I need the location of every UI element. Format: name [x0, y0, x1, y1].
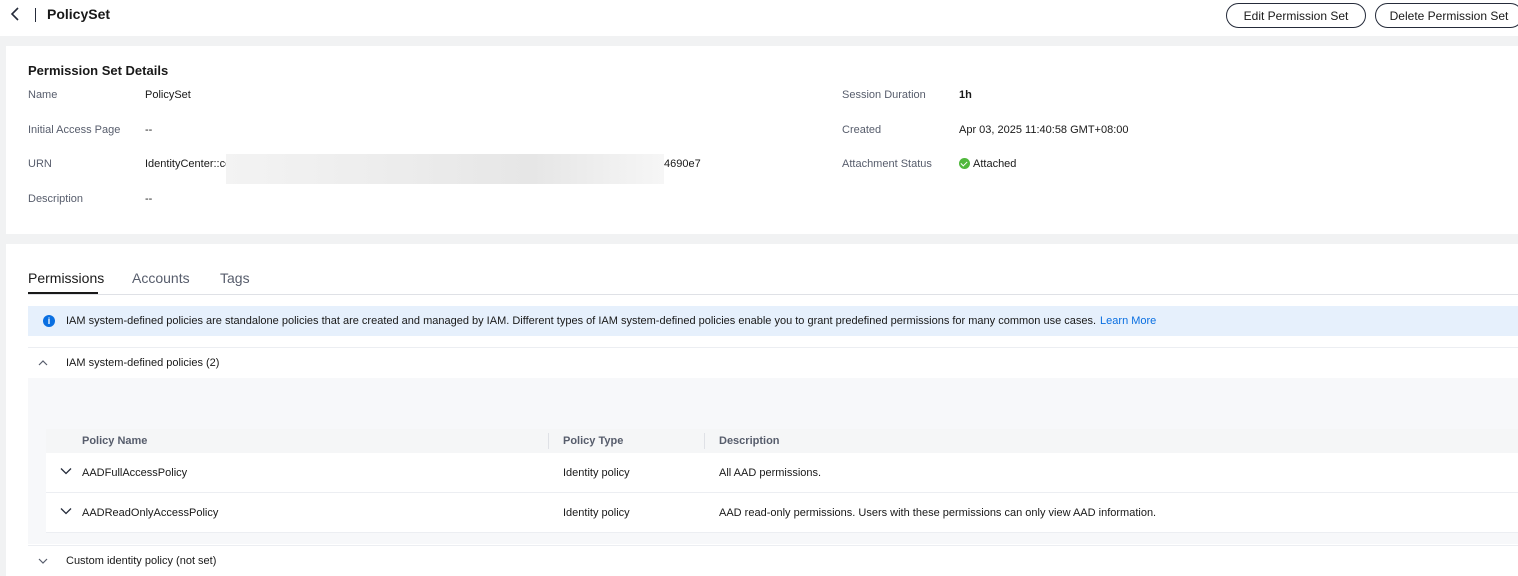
- description-label: Description: [28, 193, 84, 205]
- tab-permissions[interactable]: Permissions: [28, 270, 104, 286]
- edit-permission-set-button[interactable]: Edit Permission Set: [1226, 3, 1366, 28]
- column-description[interactable]: Description: [719, 435, 780, 447]
- table-header: Policy Name Policy Type Description: [46, 429, 1518, 453]
- urn-value-suffix: 4690e7: [664, 158, 701, 170]
- urn-value-prefix: IdentityCenter::cc: [145, 158, 231, 170]
- permissions-panel: Permissions Accounts Tags i IAM system-d…: [6, 244, 1518, 576]
- policies-table: Policy Name Policy Type Description AADF…: [46, 429, 1518, 533]
- column-policy-type[interactable]: Policy Type: [563, 435, 623, 447]
- details-title: Permission Set Details: [28, 63, 169, 78]
- banner-text: IAM system-defined policies are standalo…: [66, 315, 1097, 327]
- permission-set-details-card: Permission Set Details Name PolicySet In…: [6, 46, 1518, 234]
- initial-access-page-value: --: [145, 124, 153, 136]
- chevron-up-icon: [28, 360, 58, 366]
- active-tab-indicator: [28, 292, 98, 294]
- table-row[interactable]: AADFullAccessPolicy Identity policy All …: [46, 453, 1518, 493]
- info-icon: i: [43, 315, 55, 327]
- name-value: PolicySet: [145, 89, 191, 101]
- policy-type-cell: Identity policy: [563, 507, 630, 519]
- urn-label: URN: [28, 158, 52, 170]
- chevron-left-icon[interactable]: [8, 6, 22, 22]
- attachment-status-label: Attachment Status: [842, 158, 932, 170]
- chevron-down-icon[interactable]: [60, 506, 72, 518]
- chevron-down-icon[interactable]: [60, 466, 72, 478]
- delete-permission-set-button[interactable]: Delete Permission Set: [1375, 3, 1518, 28]
- created-label: Created: [842, 124, 882, 136]
- custom-policy-toggle[interactable]: Custom identity policy (not set): [28, 546, 1518, 576]
- column-divider: [704, 433, 705, 449]
- tabs-divider: [28, 294, 1518, 295]
- info-banner: i IAM system-defined policies are standa…: [28, 306, 1518, 336]
- check-circle-icon: [959, 158, 970, 169]
- status-badge: Attached: [959, 158, 1016, 170]
- table-row[interactable]: AADReadOnlyAccessPolicy Identity policy …: [46, 493, 1518, 533]
- tab-tags[interactable]: Tags: [220, 270, 250, 286]
- created-value: Apr 03, 2025 11:40:58 GMT+08:00: [959, 124, 1129, 136]
- page-title: PolicySet: [47, 6, 111, 22]
- policy-name-cell: AADReadOnlyAccessPolicy: [82, 507, 219, 519]
- session-duration-label: Session Duration: [842, 89, 926, 101]
- description-value: --: [145, 193, 153, 205]
- chevron-down-icon: [28, 558, 58, 564]
- system-policies-title: IAM system-defined policies (2): [66, 357, 220, 369]
- policy-name-cell: AADFullAccessPolicy: [82, 467, 188, 479]
- attachment-status-value: Attached: [973, 158, 1017, 170]
- policy-description-cell: All AAD permissions.: [719, 467, 822, 479]
- column-divider: [548, 433, 549, 449]
- column-policy-name[interactable]: Policy Name: [82, 435, 147, 447]
- custom-policy-title: Custom identity policy (not set): [66, 555, 217, 567]
- policy-type-cell: Identity policy: [563, 467, 630, 479]
- policy-description-cell: AAD read-only permissions. Users with th…: [719, 507, 1157, 519]
- initial-access-page-label: Initial Access Page: [28, 124, 121, 136]
- title-divider: [35, 8, 36, 22]
- name-label: Name: [28, 89, 58, 101]
- page-header: PolicySet Edit Permission Set Delete Per…: [0, 0, 1518, 36]
- system-policies-toggle[interactable]: IAM system-defined policies (2): [28, 348, 1518, 378]
- redacted-region: [226, 154, 664, 184]
- learn-more-link[interactable]: Learn More: [1100, 315, 1156, 327]
- session-duration-value: 1h: [959, 89, 972, 101]
- tab-accounts[interactable]: Accounts: [132, 270, 190, 286]
